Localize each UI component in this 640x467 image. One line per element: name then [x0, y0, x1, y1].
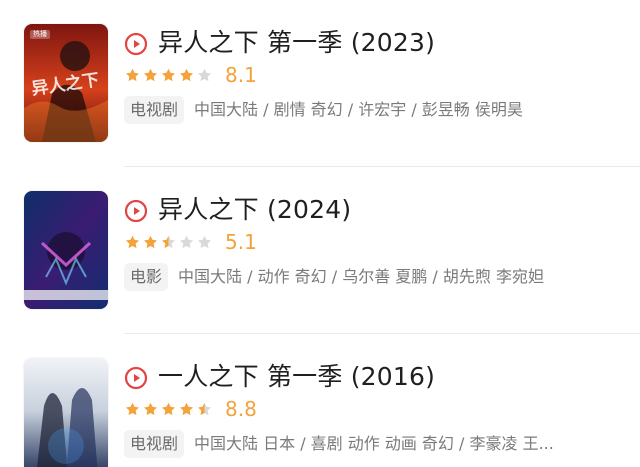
- star-icon: [180, 402, 193, 415]
- star-rating: [124, 67, 213, 84]
- meta-text: 中国大陆 / 剧情 奇幻 / 许宏宇 / 彭昱畅 侯明昊: [194, 100, 523, 119]
- star-rating: [124, 401, 213, 418]
- star-icon: [198, 402, 211, 415]
- result-title[interactable]: 异人之下 (2024): [158, 191, 351, 229]
- poster-thumbnail[interactable]: [24, 191, 108, 309]
- rating-score: 8.1: [225, 63, 257, 87]
- result-item[interactable]: 异人之下 (2024) 5.1 电影 中国大陆 / 动作 奇幻 / 乌尔善 夏鹏…: [0, 167, 640, 317]
- rating-score: 5.1: [225, 230, 257, 254]
- play-icon[interactable]: [124, 199, 148, 223]
- meta-text: 中国大陆 / 动作 奇幻 / 乌尔善 夏鹏 / 胡先煦 李宛妲: [178, 267, 544, 286]
- result-title[interactable]: 异人之下 第一季 (2023): [158, 24, 435, 62]
- star-icon: [144, 402, 157, 415]
- meta-text: 中国大陆 日本 / 喜剧 动作 动画 奇幻 / 李豪凌 王...: [194, 434, 554, 453]
- star-icon: [162, 402, 175, 415]
- search-results-list: 热播 异人之下 异人之下 第一季 (2023) 8.1 电视剧 中国大陆 / 剧…: [0, 0, 640, 467]
- type-tag: 电影: [124, 263, 169, 291]
- meta-row: 电视剧 中国大陆 / 剧情 奇幻 / 许宏宇 / 彭昱畅 侯明昊: [124, 96, 624, 124]
- result-title[interactable]: 一人之下 第一季 (2016): [158, 358, 435, 396]
- play-icon[interactable]: [124, 32, 148, 56]
- star-icon: [198, 68, 211, 81]
- star-icon: [162, 235, 175, 248]
- rating-row: 8.8: [124, 396, 257, 422]
- star-icon: [126, 235, 139, 248]
- meta-row: 电影 中国大陆 / 动作 奇幻 / 乌尔善 夏鹏 / 胡先煦 李宛妲: [124, 263, 624, 291]
- result-item[interactable]: 热播 异人之下 异人之下 第一季 (2023) 8.1 电视剧 中国大陆 / 剧…: [0, 0, 640, 150]
- star-icon: [162, 68, 175, 81]
- star-icon: [126, 402, 139, 415]
- star-icon: [180, 235, 193, 248]
- result-item[interactable]: 一人之下 第一季 (2016) 8.8 电视剧 中国大陆 日本 / 喜剧 动作 …: [0, 334, 640, 467]
- star-icon: [144, 68, 157, 81]
- poster-ribbon: [24, 290, 108, 300]
- poster-badge: 热播: [30, 30, 50, 39]
- meta-row: 电视剧 中国大陆 日本 / 喜剧 动作 动画 奇幻 / 李豪凌 王...: [124, 430, 624, 458]
- type-tag: 电视剧: [124, 430, 185, 458]
- play-icon[interactable]: [124, 366, 148, 390]
- rating-row: 5.1: [124, 229, 257, 255]
- poster-art: [24, 358, 108, 467]
- star-icon: [144, 235, 157, 248]
- star-icon: [126, 68, 139, 81]
- rating-score: 8.8: [225, 397, 257, 421]
- type-tag: 电视剧: [124, 96, 185, 124]
- poster-thumbnail[interactable]: [24, 358, 108, 467]
- star-rating: [124, 234, 213, 251]
- poster-thumbnail[interactable]: 热播 异人之下: [24, 24, 108, 142]
- rating-row: 8.1: [124, 62, 257, 88]
- star-icon: [198, 235, 211, 248]
- star-icon: [180, 68, 193, 81]
